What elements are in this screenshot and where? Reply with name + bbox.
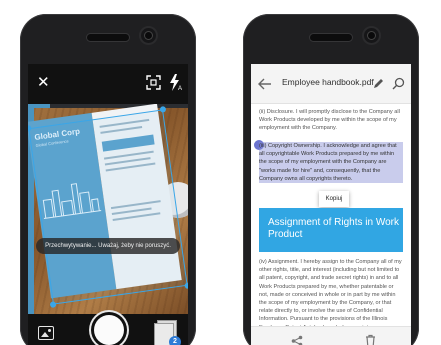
document-detection-outline[interactable]	[28, 106, 188, 308]
corner-handle[interactable]	[184, 282, 188, 290]
scanner-screen: ✕ A Global Corp Global Conference Przech…	[28, 64, 188, 345]
crop-icon[interactable]	[146, 75, 161, 90]
page-count-badge: 2	[169, 336, 181, 345]
section-banner: Assignment of Rights in Work Product	[259, 208, 403, 252]
app-showcase: ✕ A Global Corp Global Conference Przech…	[0, 0, 441, 345]
gallery-icon[interactable]	[38, 326, 54, 340]
back-arrow-icon[interactable]	[258, 77, 272, 91]
capture-toast: Przechwytywanie... Uważaj, żeby nie poru…	[36, 238, 180, 254]
svg-text:A: A	[178, 86, 182, 91]
phone-scanner: ✕ A Global Corp Global Conference Przech…	[20, 14, 196, 345]
paragraph-copyright-selected[interactable]: (iii) Copyright Ownership. I acknowledge…	[259, 142, 403, 184]
shutter-button[interactable]	[94, 315, 124, 345]
phone-viewer: Employee handbook.pdf (ii) Disclosure. I…	[243, 14, 419, 345]
scanned-pages-thumbnail[interactable]: 2	[153, 320, 181, 345]
section-banner-title: Assignment of Rights in Work Product	[268, 217, 399, 240]
viewer-bottom-bar	[251, 326, 411, 345]
pdf-viewer-screen: Employee handbook.pdf (ii) Disclosure. I…	[251, 64, 411, 345]
speaker-grille	[87, 34, 129, 41]
share-icon[interactable]	[291, 335, 303, 345]
capture-bar: 2	[28, 314, 188, 345]
scanner-toolbar: ✕ A	[28, 64, 188, 104]
camera-viewfinder: Global Corp Global Conference Przechwyty…	[28, 104, 188, 314]
close-icon[interactable]: ✕	[37, 75, 50, 90]
speaker-grille	[310, 34, 352, 41]
paragraph-disclosure: (ii) Disclosure. I will promptly disclos…	[259, 109, 400, 132]
paragraph-assignment: (iv) Assignment. I hereby assign to the …	[259, 259, 402, 326]
trash-icon[interactable]	[365, 334, 376, 345]
front-camera	[141, 28, 156, 43]
document-page[interactable]: (ii) Disclosure. I will promptly disclos…	[251, 104, 411, 326]
pencil-icon[interactable]	[372, 77, 385, 90]
copy-button[interactable]: Kopiuj	[319, 191, 349, 207]
viewer-toolbar: Employee handbook.pdf	[251, 64, 411, 104]
search-icon[interactable]	[392, 77, 405, 90]
document-title: Employee handbook.pdf	[282, 77, 374, 87]
front-camera	[364, 28, 379, 43]
flash-auto-icon[interactable]: A	[169, 74, 183, 91]
